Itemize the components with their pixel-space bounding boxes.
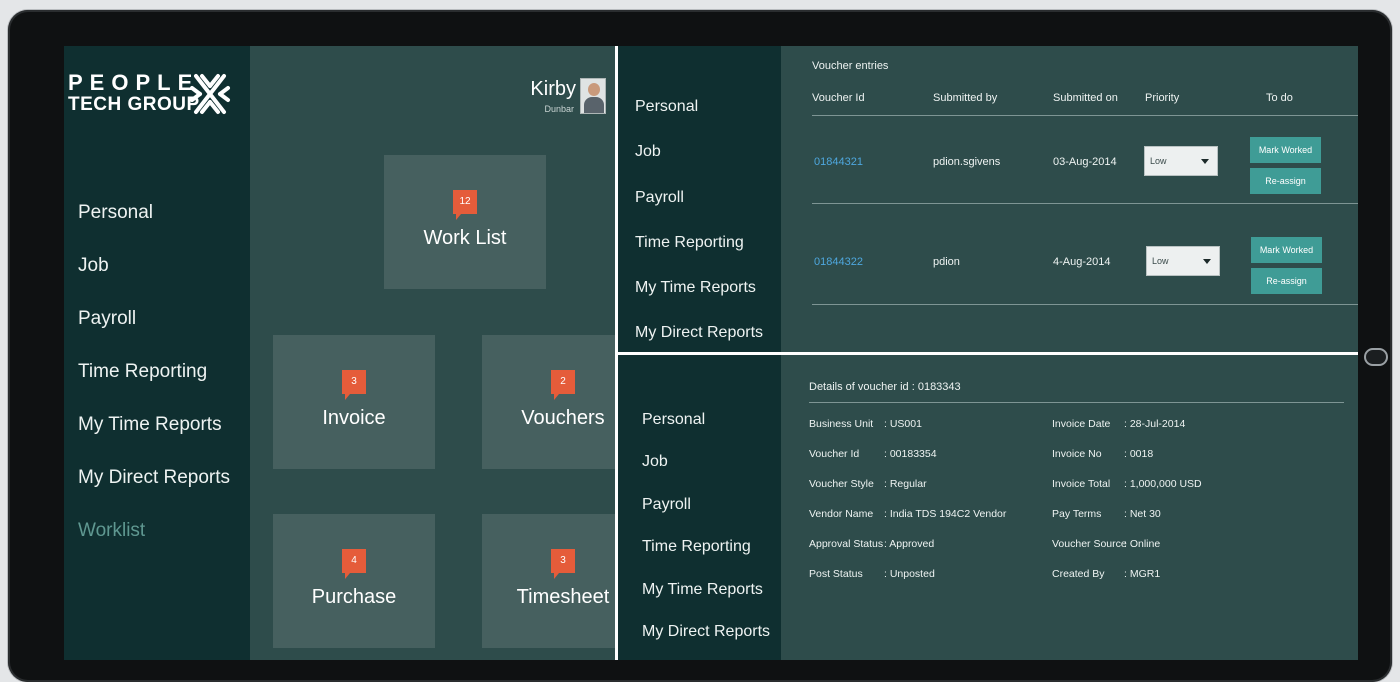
mark-worked-button[interactable]: Mark Worked: [1251, 237, 1322, 263]
tile-work-list[interactable]: 12 Work List: [384, 155, 546, 289]
submitted-by: pdion: [933, 256, 960, 268]
tile-purchase[interactable]: 4 Purchase: [273, 514, 435, 648]
detail-invoice-total: Invoice Total: 1,000,000 USD: [1052, 478, 1202, 490]
side-nav-item-job[interactable]: Job: [642, 453, 770, 495]
invoice-count-badge: 3: [342, 370, 366, 400]
reassign-button[interactable]: Re-assign: [1251, 268, 1322, 294]
nav-item-time-reporting[interactable]: Time Reporting: [78, 357, 230, 410]
nav-item-my-direct-reports[interactable]: My Direct Reports: [78, 463, 230, 516]
side-nav-list: Personal Job Payroll Time Reporting My T…: [635, 98, 763, 370]
priority-value: Low: [1150, 156, 1167, 166]
detail-invoice-date: Invoice Date: 28-Jul-2014: [1052, 418, 1186, 430]
voucher-id-link[interactable]: 01844321: [814, 156, 863, 168]
user-name: Kirby: [530, 78, 576, 100]
tile-invoice[interactable]: 3 Invoice: [273, 335, 435, 469]
detail-voucher-id: Voucher Id: 00183354: [809, 448, 937, 460]
row-divider: [812, 304, 1358, 305]
column-header-to-do: To do: [1266, 92, 1293, 104]
header-divider: [812, 115, 1358, 116]
nav-item-personal[interactable]: Personal: [78, 198, 230, 251]
voucher-details-title: Details of voucher id : 0183343: [809, 381, 961, 393]
submitted-by: pdion.sgivens: [933, 156, 1001, 168]
side-nav-bottom: Personal Job Payroll Time Reporting My T…: [618, 355, 781, 660]
priority-select[interactable]: Low: [1146, 246, 1220, 276]
side-nav-item-job[interactable]: Job: [635, 143, 763, 188]
submitted-on: 03-Aug-2014: [1053, 156, 1117, 168]
user-subtitle: Dunbar: [544, 104, 574, 114]
detail-approval-status: Approval Status: Approved: [809, 538, 935, 550]
nav-item-payroll[interactable]: Payroll: [78, 304, 230, 357]
detail-invoice-no: Invoice No: 0018: [1052, 448, 1154, 460]
column-header-priority: Priority: [1145, 92, 1180, 104]
chevron-down-icon: [1203, 259, 1211, 264]
voucher-entries-title: Voucher entries: [812, 60, 889, 72]
side-nav-item-personal[interactable]: Personal: [642, 411, 770, 453]
tile-label: Work List: [423, 227, 507, 249]
detail-post-status: Post Status: Unposted: [809, 568, 935, 580]
mark-worked-button[interactable]: Mark Worked: [1250, 137, 1321, 163]
company-logo: PEOPLE TECH GROUP: [68, 70, 230, 115]
timesheet-count-badge: 3: [551, 549, 575, 579]
detail-business-unit: Business Unit: US001: [809, 418, 922, 430]
nav-item-my-time-reports[interactable]: My Time Reports: [78, 410, 230, 463]
vouchers-count-badge: 2: [551, 370, 575, 400]
main-nav-list: Personal Job Payroll Time Reporting My T…: [78, 198, 230, 569]
purchase-count-badge: 4: [342, 549, 366, 579]
detail-created-by: Created By: MGR1: [1052, 568, 1161, 580]
priority-value: Low: [1152, 256, 1169, 266]
priority-select[interactable]: Low: [1144, 146, 1218, 176]
column-header-submitted-on: Submitted on: [1053, 92, 1118, 104]
submitted-on: 4-Aug-2014: [1053, 256, 1111, 268]
voucher-details-panel: Details of voucher id : 0183343 Business…: [781, 355, 1358, 660]
screen: PEOPLE TECH GROUP Personal Job Payroll T…: [64, 46, 1358, 660]
user-profile[interactable]: Kirby Dunbar: [490, 78, 610, 118]
side-nav-item-personal[interactable]: Personal: [635, 98, 763, 143]
work-list-count-badge: 12: [453, 190, 477, 220]
main-sidebar: PEOPLE TECH GROUP Personal Job Payroll T…: [64, 46, 250, 660]
column-header-submitted-by: Submitted by: [933, 92, 998, 104]
tile-label: Purchase: [311, 586, 397, 608]
reassign-button[interactable]: Re-assign: [1250, 168, 1321, 194]
side-nav-list: Personal Job Payroll Time Reporting My T…: [642, 411, 770, 660]
nav-item-job[interactable]: Job: [78, 251, 230, 304]
logo-text-line2: TECH GROUP: [68, 94, 200, 115]
home-dashboard: Kirby Dunbar 12 Work List 3 Invoice 2 Vo…: [250, 46, 644, 660]
side-nav-item-time-reporting[interactable]: Time Reporting: [642, 538, 770, 580]
tile-label: Invoice: [322, 407, 386, 429]
side-nav-item-my-time-reports[interactable]: My Time Reports: [635, 279, 763, 324]
side-nav-item-my-time-reports[interactable]: My Time Reports: [642, 581, 770, 623]
detail-vendor-name: Vendor Name: India TDS 194C2 Vendor: [809, 508, 1007, 520]
column-header-voucher-id: Voucher Id: [812, 92, 865, 104]
details-divider: [809, 402, 1344, 403]
logo-mark-icon: [190, 74, 230, 114]
voucher-entries-panel: Voucher entries Voucher Id Submitted by …: [781, 46, 1358, 352]
side-nav-top: Personal Job Payroll Time Reporting My T…: [618, 46, 781, 352]
side-nav-item-time-reporting[interactable]: Time Reporting: [635, 234, 763, 279]
detail-pay-terms: Pay Terms: Net 30: [1052, 508, 1161, 520]
nav-item-worklist[interactable]: Worklist: [78, 516, 230, 569]
detail-voucher-style: Voucher Style: Regular: [809, 478, 927, 490]
side-nav-item-payroll[interactable]: Payroll: [635, 189, 763, 234]
tablet-frame: PEOPLE TECH GROUP Personal Job Payroll T…: [8, 10, 1392, 682]
side-nav-item-payroll[interactable]: Payroll: [642, 496, 770, 538]
side-nav-item-my-direct-reports[interactable]: My Direct Reports: [642, 623, 770, 660]
row-divider: [812, 203, 1358, 204]
avatar: [580, 78, 606, 114]
voucher-id-link[interactable]: 01844322: [814, 256, 863, 268]
logo-text-line1: PEOPLE: [68, 70, 200, 95]
detail-voucher-source: Voucher Source: Online: [1052, 538, 1161, 550]
chevron-down-icon: [1201, 159, 1209, 164]
camera-icon: [1364, 348, 1388, 366]
